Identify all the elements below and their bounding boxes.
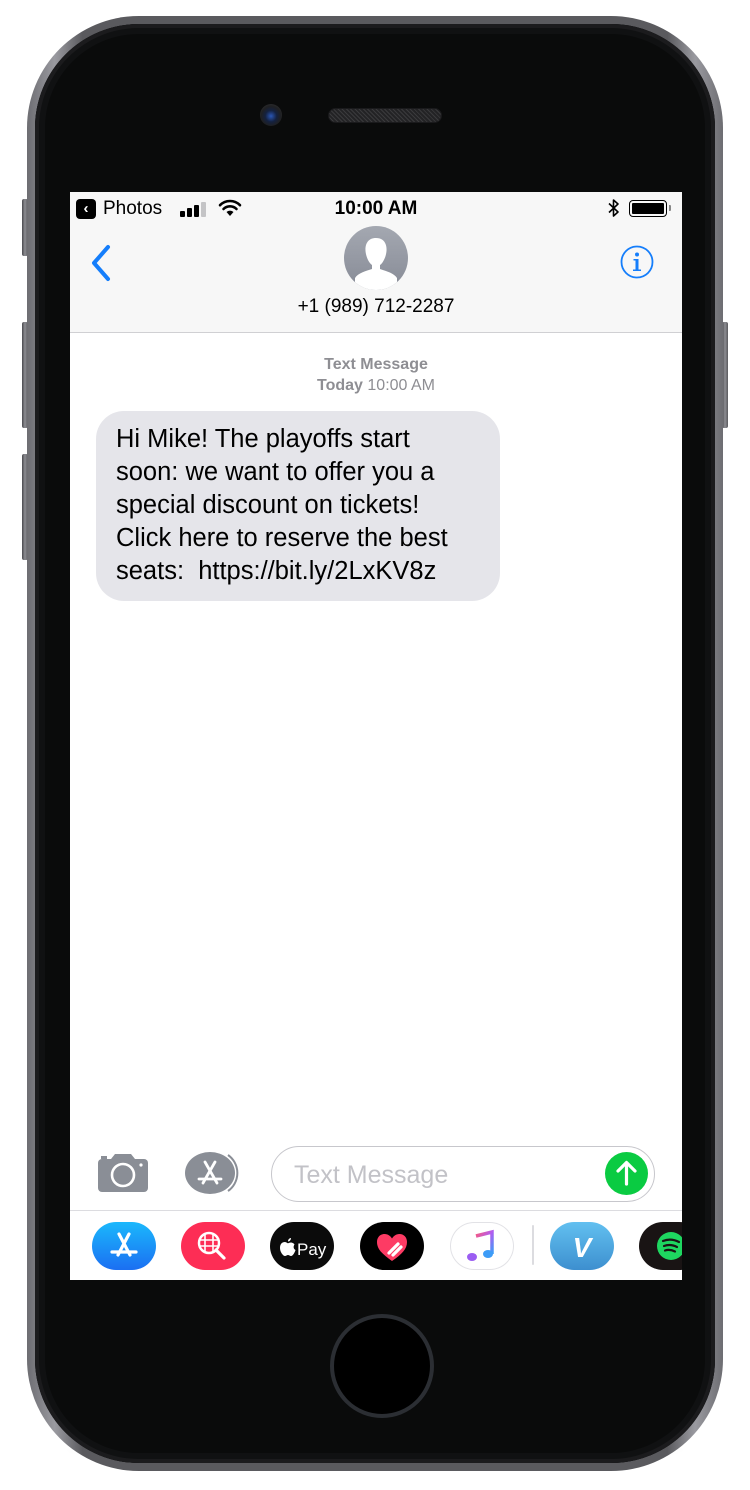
person-silhouette-icon [355,238,397,290]
message-day: Today [317,377,363,394]
home-button[interactable] [330,1314,434,1418]
message-input-field[interactable] [271,1146,655,1202]
message-input[interactable] [292,1155,596,1195]
venmo-app[interactable]: V [550,1222,614,1270]
app-store-app[interactable] [92,1222,156,1270]
message-line: Click here to reserve the best [116,524,448,552]
contact-avatar[interactable] [344,226,408,290]
apple-pay-label: Pay [297,1240,327,1259]
message-line: soon: we want to offer you a [116,458,435,486]
message-time: 10:00 AM [367,377,435,394]
venmo-icon: V [573,1232,594,1263]
contact-name[interactable]: +1 (989) 712-2287 [70,296,682,318]
apple-pay-app[interactable]: Pay [270,1222,334,1270]
battery-icon [629,200,667,217]
info-icon[interactable] [620,245,654,279]
composer-bar [70,1140,682,1210]
message-timestamp: Text Message Today 10:00 AM [70,354,682,396]
chevron-left-icon[interactable] [88,242,116,284]
music-app[interactable] [450,1222,514,1270]
arrow-up-icon [616,1160,637,1186]
message-type: Text Message [324,356,428,373]
music-note-icon [467,1229,494,1261]
earpiece-speaker [329,109,441,122]
message-line-with-link[interactable]: seats: https://bit.ly/2LxKV8z [116,555,480,588]
app-store-icon [110,1232,138,1257]
message-line: special discount on tickets! [116,491,420,519]
status-bar: ‹ Photos 10:00 AM [70,192,682,226]
conversation-header: +1 (989) 712-2287 [70,226,682,333]
battery-tip [669,205,671,211]
spotify-icon [657,1232,682,1260]
app-store-toggle-icon[interactable] [184,1151,244,1195]
send-button[interactable] [605,1152,648,1195]
spotify-app[interactable] [639,1222,682,1270]
apple-pay-icon: Pay [280,1238,327,1259]
front-camera [260,104,282,126]
venmo-label: V [573,1232,594,1263]
status-time: 10:00 AM [334,198,418,219]
messages-screen: ‹ Photos 10:00 AM +1 (989) 712-2287 Text… [70,192,682,1280]
message-line: Hi Mike! The playoffs start [116,425,410,453]
imessage-app-drawer: Pay V [70,1211,682,1280]
bluetooth-icon [608,199,619,217]
drawer-separator [532,1225,534,1265]
image-search-app[interactable] [181,1222,245,1270]
camera-icon[interactable] [96,1152,150,1194]
digital-touch-app[interactable] [360,1222,424,1270]
incoming-message-bubble[interactable]: Hi Mike! The playoffs start soon: we wan… [96,411,500,601]
heart-touch-icon [377,1234,407,1261]
globe-search-icon [197,1231,226,1260]
